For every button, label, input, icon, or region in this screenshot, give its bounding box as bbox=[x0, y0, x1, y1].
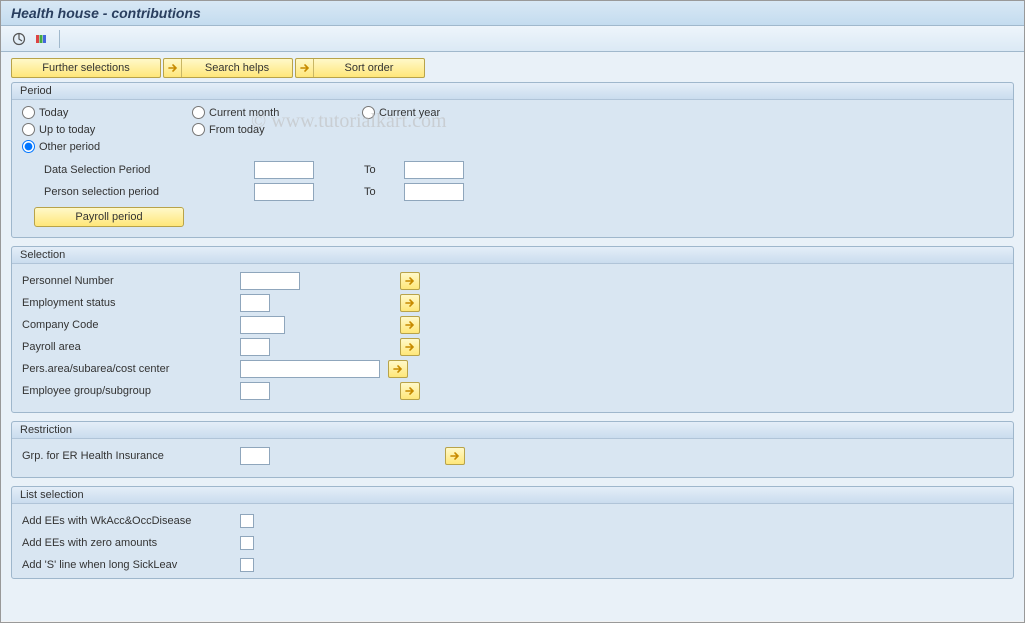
group-title-period: Period bbox=[12, 83, 1013, 100]
toolbar-divider bbox=[59, 30, 60, 48]
variant-icon[interactable] bbox=[33, 31, 49, 47]
radio-other-period[interactable]: Other period bbox=[22, 140, 192, 153]
multiple-selection-button[interactable] bbox=[400, 272, 420, 290]
pers-area-input[interactable] bbox=[240, 360, 380, 378]
add-ees-wkacc-label: Add EEs with WkAcc&OccDisease bbox=[22, 515, 240, 527]
radio-today[interactable]: Today bbox=[22, 106, 192, 119]
arrow-right-icon bbox=[296, 59, 314, 77]
multiple-selection-button[interactable] bbox=[400, 316, 420, 334]
app-toolbar bbox=[1, 26, 1024, 52]
grp-er-health-label: Grp. for ER Health Insurance bbox=[22, 450, 240, 462]
employee-group-label: Employee group/subgroup bbox=[22, 385, 240, 397]
personnel-number-label: Personnel Number bbox=[22, 275, 240, 287]
add-ees-zero-label: Add EEs with zero amounts bbox=[22, 537, 240, 549]
radio-up-to-today[interactable]: Up to today bbox=[22, 123, 192, 136]
data-selection-from-input[interactable] bbox=[254, 161, 314, 179]
add-s-line-checkbox[interactable] bbox=[240, 558, 254, 572]
payroll-period-button[interactable]: Payroll period bbox=[34, 207, 184, 227]
payroll-area-label: Payroll area bbox=[22, 341, 240, 353]
content-area: © www.tutorialkart.com Further selection… bbox=[1, 52, 1024, 621]
button-label: Further selections bbox=[42, 62, 129, 74]
person-selection-period-label: Person selection period bbox=[44, 186, 254, 198]
grp-er-health-input[interactable] bbox=[240, 447, 270, 465]
payroll-area-input[interactable] bbox=[240, 338, 270, 356]
button-label: Payroll period bbox=[75, 211, 142, 223]
personnel-number-input[interactable] bbox=[240, 272, 300, 290]
multiple-selection-button[interactable] bbox=[388, 360, 408, 378]
to-label: To bbox=[364, 164, 404, 176]
multiple-selection-button[interactable] bbox=[445, 447, 465, 465]
group-title-list: List selection bbox=[12, 487, 1013, 504]
execute-icon[interactable] bbox=[11, 31, 27, 47]
radio-current-month[interactable]: Current month bbox=[192, 106, 362, 119]
further-selections-button[interactable]: Further selections bbox=[11, 58, 161, 78]
group-title-selection: Selection bbox=[12, 247, 1013, 264]
period-group: Period Today Current month Current year … bbox=[11, 82, 1014, 238]
person-selection-from-input[interactable] bbox=[254, 183, 314, 201]
group-title-restriction: Restriction bbox=[12, 422, 1013, 439]
list-selection-group: List selection Add EEs with WkAcc&OccDis… bbox=[11, 486, 1014, 579]
button-label: Search helps bbox=[182, 62, 292, 74]
employment-status-input[interactable] bbox=[240, 294, 270, 312]
arrow-right-icon bbox=[164, 59, 182, 77]
sort-order-button[interactable]: Sort order bbox=[295, 58, 425, 78]
radio-current-year[interactable]: Current year bbox=[362, 106, 532, 119]
button-row: Further selections Search helps Sort ord… bbox=[11, 58, 1014, 78]
add-ees-wkacc-checkbox[interactable] bbox=[240, 514, 254, 528]
add-s-line-label: Add 'S' line when long SickLeav bbox=[22, 559, 240, 571]
multiple-selection-button[interactable] bbox=[400, 294, 420, 312]
multiple-selection-button[interactable] bbox=[400, 382, 420, 400]
radio-from-today[interactable]: From today bbox=[192, 123, 362, 136]
button-label: Sort order bbox=[314, 62, 424, 74]
employee-group-input[interactable] bbox=[240, 382, 270, 400]
restriction-group: Restriction Grp. for ER Health Insurance bbox=[11, 421, 1014, 478]
add-ees-zero-checkbox[interactable] bbox=[240, 536, 254, 550]
search-helps-button[interactable]: Search helps bbox=[163, 58, 293, 78]
employment-status-label: Employment status bbox=[22, 297, 240, 309]
multiple-selection-button[interactable] bbox=[400, 338, 420, 356]
data-selection-period-label: Data Selection Period bbox=[44, 164, 254, 176]
pers-area-label: Pers.area/subarea/cost center bbox=[22, 363, 240, 375]
company-code-input[interactable] bbox=[240, 316, 285, 334]
company-code-label: Company Code bbox=[22, 319, 240, 331]
page-title: Health house - contributions bbox=[1, 1, 1024, 26]
data-selection-to-input[interactable] bbox=[404, 161, 464, 179]
person-selection-to-input[interactable] bbox=[404, 183, 464, 201]
to-label: To bbox=[364, 186, 404, 198]
selection-group: Selection Personnel Number Employment st… bbox=[11, 246, 1014, 413]
